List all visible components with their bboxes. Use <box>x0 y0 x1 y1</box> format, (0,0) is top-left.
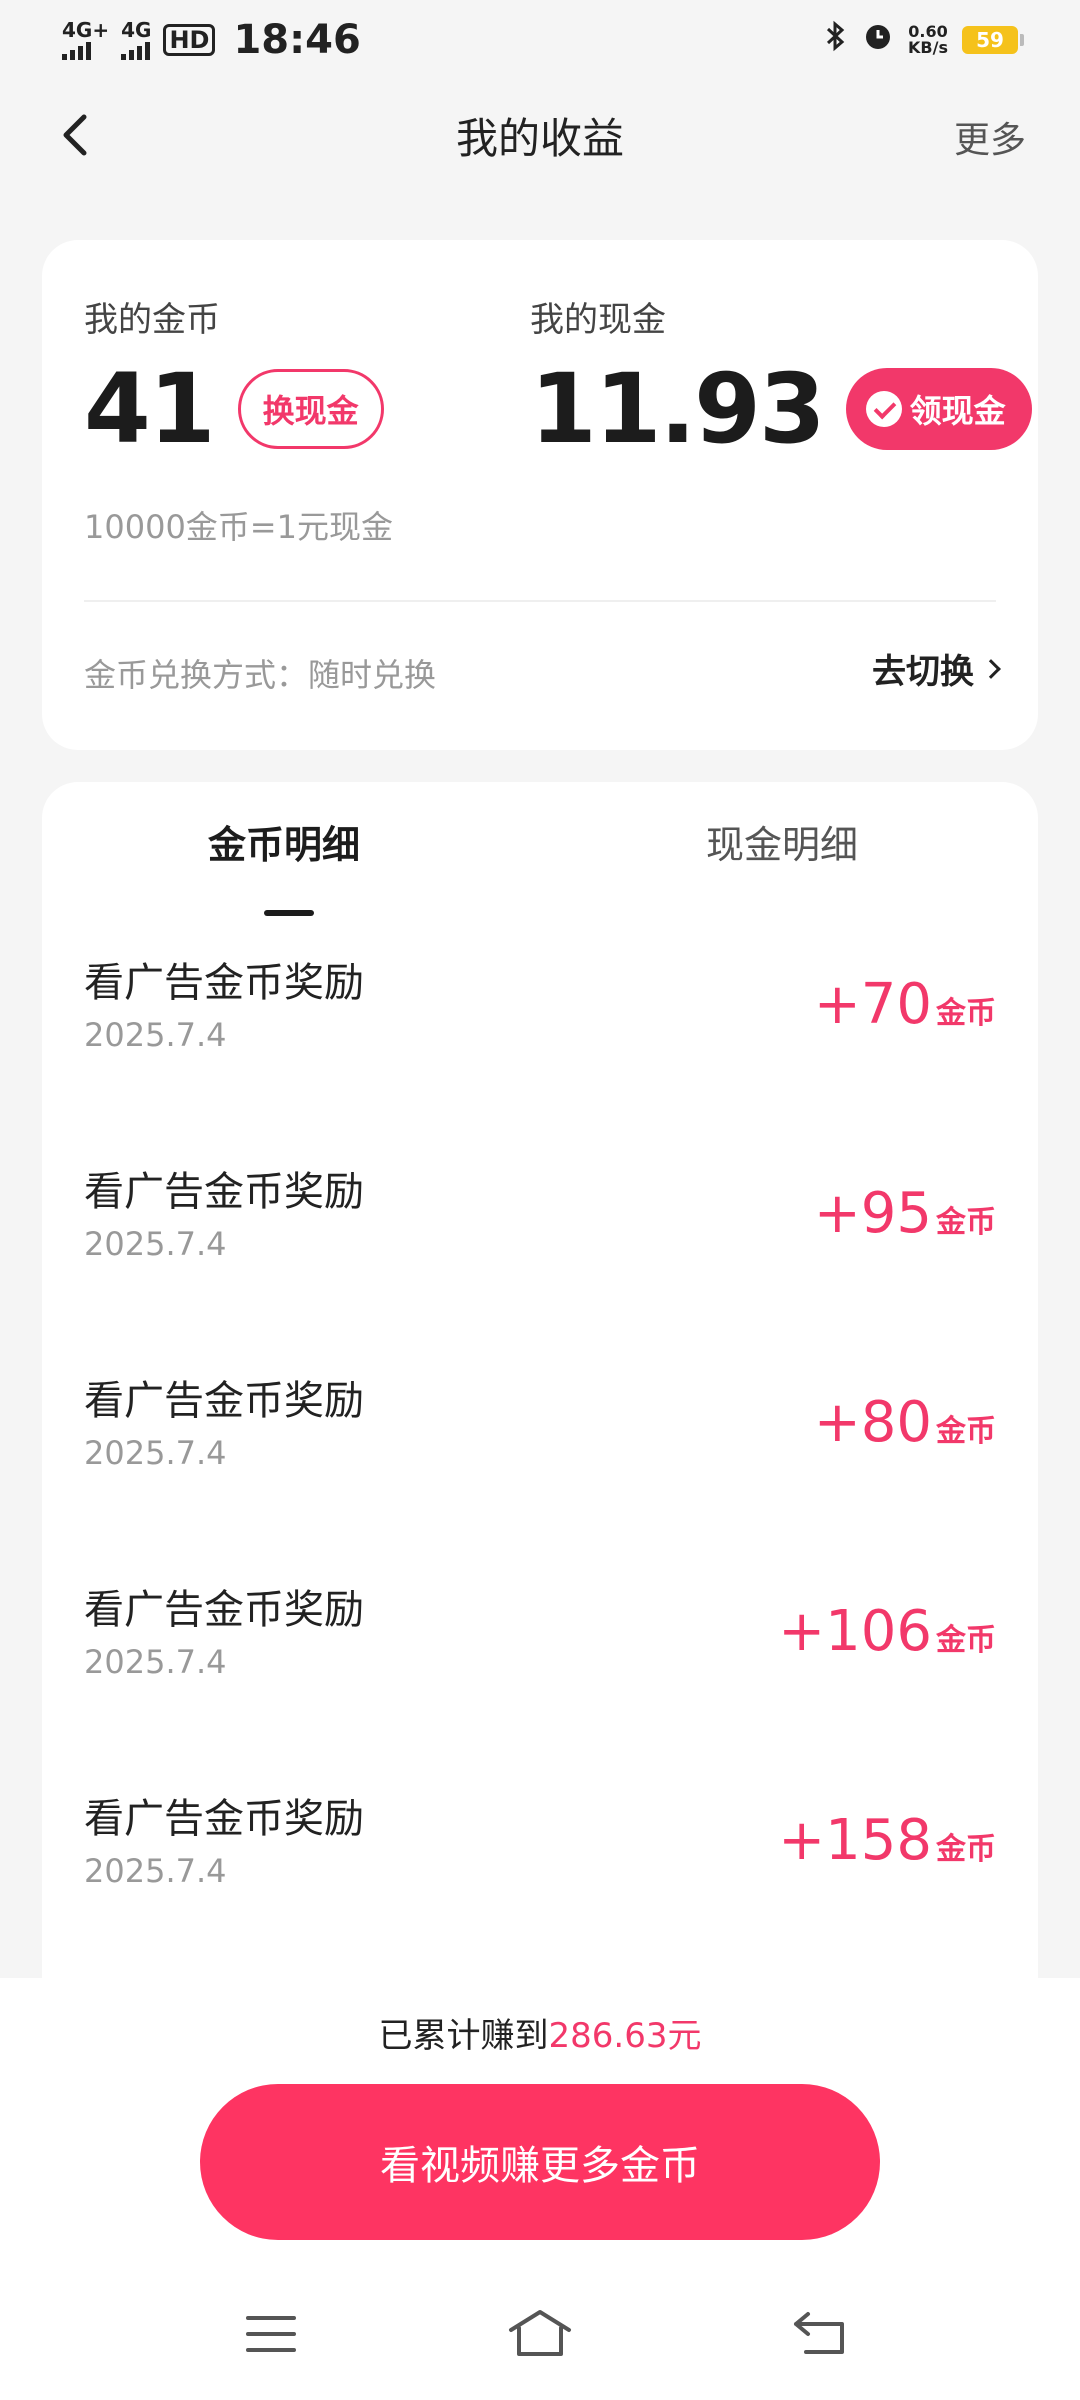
status-bar: 4G+ 4G HD 18:46 0.60 KB/s 59 <box>0 0 1080 80</box>
cash-balance: 我的现金 11.93 领现金 <box>530 292 1032 459</box>
record-date: 2025.7.4 <box>84 1225 227 1263</box>
coin-record-list: 看广告金币奖励 2025.7.4 +70 金币 看广告金币奖励 2025.7.4… <box>42 950 1038 1995</box>
record-amount: +70 金币 <box>814 972 996 1037</box>
withdraw-cash-button[interactable]: 领现金 <box>845 368 1032 450</box>
list-item: 看广告金币奖励 2025.7.4 +158 金币 <box>42 1786 1038 1995</box>
record-date: 2025.7.4 <box>84 1643 227 1681</box>
record-title: 看广告金币奖励 <box>84 1796 364 1842</box>
record-title: 看广告金币奖励 <box>84 1587 364 1633</box>
active-tab-indicator <box>264 910 314 916</box>
signal-label: 4G <box>121 18 152 42</box>
coin-row: 41 换现金 <box>84 359 384 459</box>
amount-unit: 金币 <box>936 996 996 1031</box>
clock: 18:46 <box>233 17 361 63</box>
coin-label: 我的金币 <box>84 300 220 340</box>
list-item: 看广告金币奖励 2025.7.4 +106 金币 <box>42 1577 1038 1786</box>
total-value: 286.63元 <box>548 2016 702 2056</box>
cash-label: 我的现金 <box>530 300 666 340</box>
detail-card: 金币明细 现金明细 看广告金币奖励 2025.7.4 +70 金币 看广告金币奖… <box>42 782 1038 2000</box>
switch-label: 去切换 <box>872 652 974 692</box>
withdraw-label: 领现金 <box>909 392 1006 430</box>
signal-4g-plus: 4G+ <box>62 20 109 60</box>
total-prefix: 已累计赚到 <box>378 2016 549 2056</box>
switch-mode-link[interactable]: 去切换 <box>872 644 1001 693</box>
status-right: 0.60 KB/s 59 <box>824 20 1024 60</box>
amount-unit: 金币 <box>936 1623 996 1658</box>
tab-cash-detail[interactable]: 现金明细 <box>706 814 858 869</box>
amount-unit: 金币 <box>936 1205 996 1240</box>
cash-value: 11.93 <box>530 353 826 465</box>
wechat-check-icon <box>865 391 902 427</box>
signal-4g: 4G <box>121 20 151 60</box>
exchange-mode: 金币兑换方式：随时兑换 <box>84 656 437 694</box>
menu-icon[interactable] <box>236 2304 306 2364</box>
watch-video-button[interactable]: 看视频赚更多金币 <box>200 2084 880 2240</box>
chevron-right-icon <box>981 658 1001 679</box>
record-date: 2025.7.4 <box>84 1852 227 1890</box>
network-speed: 0.60 KB/s <box>908 24 948 56</box>
record-title: 看广告金币奖励 <box>84 1169 364 1215</box>
signal-bars-icon <box>62 42 91 60</box>
signal-label: 4G+ <box>62 18 110 42</box>
amount-unit: 金币 <box>936 1832 996 1867</box>
hd-voice-icon: HD <box>163 24 216 56</box>
back-button[interactable] <box>50 107 106 163</box>
bottom-panel: 已累计赚到286.63元 看视频赚更多金币 <box>0 1978 1080 2400</box>
amount-value: +95 <box>813 1181 932 1246</box>
amount-value: +70 <box>813 972 932 1037</box>
exchange-rate: 10000金币=1元现金 <box>84 508 393 546</box>
record-amount: +80 金币 <box>814 1390 996 1455</box>
list-item: 看广告金币奖励 2025.7.4 +95 金币 <box>42 1159 1038 1368</box>
amount-value: +158 <box>778 1808 932 1873</box>
detail-tabs: 金币明细 现金明细 <box>42 814 1038 916</box>
status-left: 4G+ 4G HD 18:46 <box>62 17 361 63</box>
amount-value: +106 <box>778 1599 932 1664</box>
alarm-icon <box>862 20 894 60</box>
amount-value: +80 <box>813 1390 932 1455</box>
home-icon[interactable] <box>505 2304 575 2364</box>
amount-unit: 金币 <box>936 1414 996 1449</box>
tab-coin-detail[interactable]: 金币明细 <box>208 814 360 869</box>
battery-icon: 59 <box>962 26 1024 54</box>
top-bar: 我的收益 更多 <box>0 95 1080 175</box>
page-title: 我的收益 <box>455 113 624 163</box>
bluetooth-icon <box>824 20 848 60</box>
divider <box>84 600 996 602</box>
balance-card: 我的金币 41 换现金 我的现金 11.93 领现金 10000金币=1元现金 … <box>42 240 1038 750</box>
back-arrow-icon <box>63 114 87 156</box>
list-item: 看广告金币奖励 2025.7.4 +70 金币 <box>42 950 1038 1159</box>
record-date: 2025.7.4 <box>84 1434 227 1472</box>
more-button[interactable]: 更多 <box>954 111 1026 163</box>
back-nav-icon[interactable] <box>788 2304 858 2364</box>
coin-value: 41 <box>84 353 216 465</box>
record-amount: +106 金币 <box>778 1599 996 1664</box>
total-earned: 已累计赚到286.63元 <box>0 2008 1080 2057</box>
record-amount: +158 金币 <box>778 1808 996 1873</box>
cash-row: 11.93 领现金 <box>530 359 1032 459</box>
record-title: 看广告金币奖励 <box>84 1378 364 1424</box>
record-amount: +95 金币 <box>814 1181 996 1246</box>
speed-unit: KB/s <box>908 38 948 57</box>
signal-bars-icon <box>121 42 151 60</box>
exchange-cash-button[interactable]: 换现金 <box>237 369 384 449</box>
record-date: 2025.7.4 <box>84 1016 227 1054</box>
system-navigation-bar <box>0 2304 1080 2384</box>
list-item: 看广告金币奖励 2025.7.4 +80 金币 <box>42 1368 1038 1577</box>
coin-balance: 我的金币 41 换现金 <box>84 292 384 459</box>
record-title: 看广告金币奖励 <box>84 960 364 1006</box>
